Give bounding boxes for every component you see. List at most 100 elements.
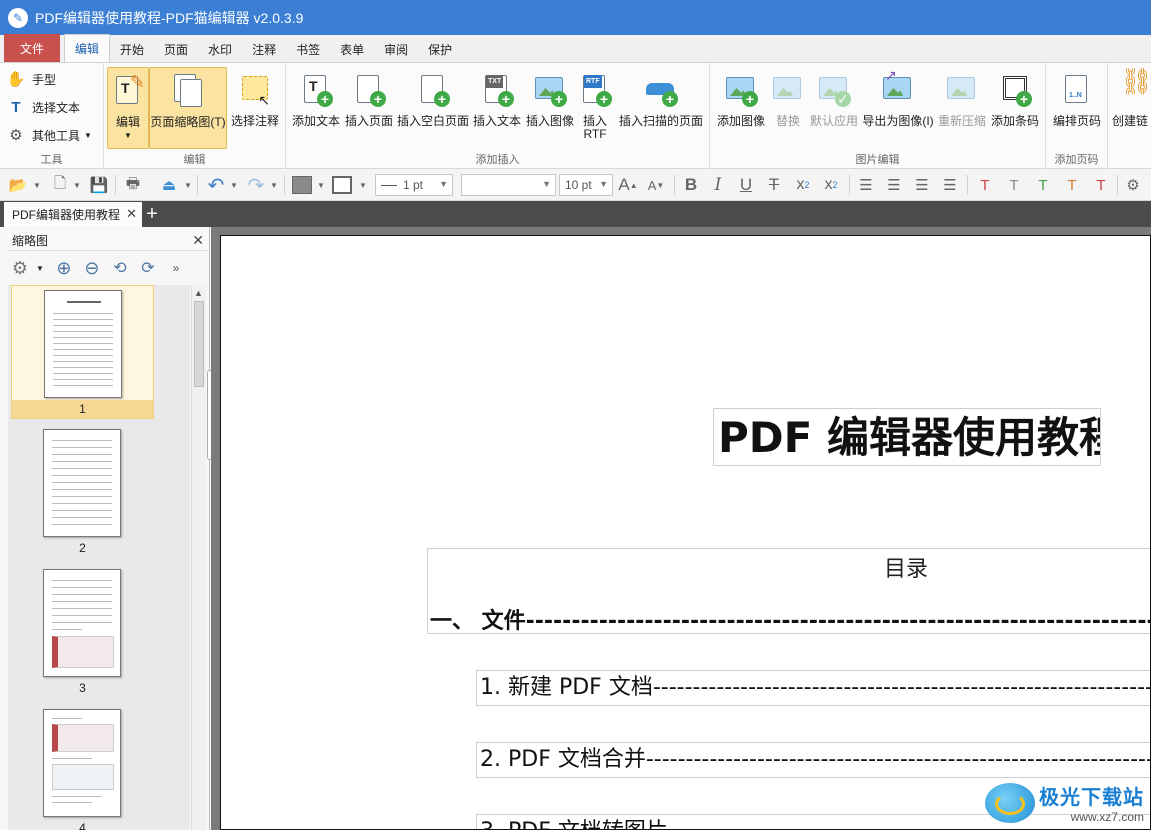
insert-blank-page-button[interactable]: + 插入空白页面 <box>395 67 471 149</box>
scanner-icon: + <box>644 73 678 107</box>
other-tools-button[interactable]: ⚙ 其他工具 ▼ <box>6 123 92 147</box>
select-text-button[interactable]: T 选择文本 <box>6 95 80 119</box>
default-apply-button[interactable]: ✓ 默认应用 <box>808 67 860 149</box>
undo-icon[interactable]: ↶ <box>203 174 229 197</box>
tab-file[interactable]: 文件 <box>4 34 60 62</box>
tab-review[interactable]: 审阅 <box>374 36 418 62</box>
new-tab-icon[interactable]: + <box>143 203 161 225</box>
insert-scan-page-button[interactable]: + 插入扫描的页面 <box>616 67 706 149</box>
edit-button[interactable]: T ✎ 编辑 ▼ <box>107 67 149 149</box>
close-icon[interactable]: ✕ <box>192 232 204 249</box>
chevron-down-icon[interactable]: ▼ <box>316 174 326 196</box>
align-right-icon[interactable]: ☰ <box>911 174 933 196</box>
chevron-down-icon: ▼ <box>439 179 448 189</box>
superscript-icon[interactable]: x2 <box>819 174 843 196</box>
window-title: PDF编辑器使用教程-PDF猫编辑器 v2.0.3.9 <box>35 9 304 26</box>
print-icon[interactable]: 🖶 <box>120 174 146 196</box>
align-center-icon[interactable]: ☰ <box>883 174 905 196</box>
text-check-icon[interactable]: T <box>1031 174 1055 196</box>
thumbnail-item[interactable]: 4 <box>11 705 154 830</box>
export-image-button[interactable]: ↗ 导出为图像(I) <box>860 67 936 149</box>
thumbnail-item[interactable]: 2 <box>11 425 154 559</box>
tab-protect[interactable]: 保护 <box>418 36 462 62</box>
redo-icon[interactable]: ↷ <box>243 174 269 197</box>
font-size-select[interactable]: 10 pt ▼ <box>559 174 613 196</box>
italic-icon[interactable]: I <box>707 174 729 196</box>
add-text-button[interactable]: T + 添加文本 <box>290 67 342 149</box>
thumbnail-item[interactable]: 3 <box>11 565 154 699</box>
text-remove-icon[interactable]: T <box>1089 174 1113 196</box>
text-copy-icon[interactable]: T <box>1060 174 1084 196</box>
page-thumbnail-button[interactable]: 页面缩略图(T) <box>149 67 227 149</box>
other-tools-label: 其他工具 <box>32 128 81 143</box>
gear-icon[interactable]: ⚙ <box>8 256 32 280</box>
insert-rtf-button[interactable]: RTF + 插入 RTF <box>577 67 613 149</box>
hand-tool-button[interactable]: ✋ 手型 <box>6 67 56 91</box>
properties-icon[interactable]: ⚙ <box>1121 174 1145 196</box>
rotate-left-icon[interactable]: ⟲ <box>108 256 132 280</box>
chevron-down-icon[interactable]: ▼ <box>269 174 279 196</box>
create-link-button[interactable]: ⛓ 创建链 <box>1112 67 1151 149</box>
increase-font-icon[interactable]: A ▲ <box>616 174 640 196</box>
document-title[interactable]: PDF 编辑器使用教程 <box>713 408 1101 466</box>
insert-image-button[interactable]: + 插入图像 <box>523 67 577 149</box>
toc-item[interactable]: 2. PDF 文档合并-----------------------------… <box>476 742 1150 778</box>
stroke-color-icon[interactable] <box>330 174 354 196</box>
tab-page[interactable]: 页面 <box>154 36 198 62</box>
align-justify-icon[interactable]: ☰ <box>939 174 961 196</box>
replace-image-button[interactable]: 替换 <box>768 67 808 149</box>
chevron-down-icon[interactable]: ▼ <box>32 174 42 196</box>
insert-text-button[interactable]: TXT + 插入文本 <box>471 67 523 149</box>
chevron-down-icon[interactable]: ▼ <box>36 264 44 273</box>
tab-form[interactable]: 表单 <box>330 36 374 62</box>
aurora-logo-icon <box>985 782 1035 823</box>
chevron-down-icon[interactable]: ▼ <box>72 174 82 196</box>
tab-watermark[interactable]: 水印 <box>198 36 242 62</box>
tab-annotation[interactable]: 注释 <box>242 36 286 62</box>
underline-icon[interactable]: U <box>735 174 757 196</box>
chevron-down-icon[interactable]: ▼ <box>358 174 368 196</box>
strikethrough-icon[interactable]: T <box>763 174 785 196</box>
line-width-value: 1 pt <box>403 178 424 192</box>
add-image-button[interactable]: + 添加图像 <box>714 67 768 149</box>
insert-page-button[interactable]: + 插入页面 <box>342 67 396 149</box>
thumbnail-scrollbar[interactable]: ▲ <box>191 285 206 830</box>
edit-page-number-button[interactable]: 1..N 编排页码 <box>1050 67 1104 149</box>
chevron-down-icon[interactable]: ▼ <box>229 174 239 196</box>
subscript-icon[interactable]: x2 <box>791 174 815 196</box>
bold-icon[interactable]: B <box>680 174 702 196</box>
close-icon[interactable]: ✕ <box>126 206 137 222</box>
scrollbar-thumb[interactable] <box>194 301 204 387</box>
text-box-icon[interactable]: T <box>1002 174 1026 196</box>
fill-color-icon[interactable] <box>290 174 314 196</box>
tools-group-label: 工具 <box>40 154 63 166</box>
toc-item[interactable]: 1. 新建 PDF 文档----------------------------… <box>476 670 1150 706</box>
font-name-select[interactable]: ▼ <box>461 174 556 196</box>
tab-bookmark[interactable]: 书签 <box>286 36 330 62</box>
scanner-icon[interactable]: ⏏ <box>156 174 182 196</box>
line-width-select[interactable]: 1 pt ▼ <box>375 174 453 196</box>
text-style-icon[interactable]: T <box>973 174 997 196</box>
document-tab[interactable]: PDF编辑器使用教程 ✕ <box>4 202 142 227</box>
zoom-out-icon[interactable]: ⊖ <box>80 256 104 280</box>
thumbnail-item[interactable]: 1 <box>11 285 154 419</box>
open-folder-icon[interactable]: 📂 <box>6 174 30 196</box>
save-icon[interactable]: 💾 <box>87 174 111 196</box>
chevron-down-icon[interactable]: ▼ <box>183 174 193 196</box>
tab-start[interactable]: 开始 <box>110 36 154 62</box>
more-options-icon[interactable]: » <box>164 256 188 280</box>
recompress-button[interactable]: 重新压缩 <box>936 67 988 149</box>
add-barcode-button[interactable]: + 添加条码 <box>988 67 1042 149</box>
tab-edit[interactable]: 编辑 <box>64 34 111 62</box>
create-link-label: 创建链 <box>1112 114 1149 128</box>
rotate-right-icon[interactable]: ⟳ <box>136 256 160 280</box>
scroll-up-icon[interactable]: ▲ <box>194 288 203 298</box>
new-file-icon[interactable]: 🗋 <box>48 174 72 196</box>
align-left-icon[interactable]: ☰ <box>855 174 877 196</box>
select-annotation-button[interactable]: ↖ 选择注释 <box>228 67 282 149</box>
text-cursor-icon: T <box>11 98 21 116</box>
insert-blank-page-label: 插入空白页面 <box>396 114 469 128</box>
toc-text-box[interactable]: 目录 一、 文件--------------------------------… <box>427 548 1150 634</box>
zoom-in-icon[interactable]: ⊕ <box>52 256 76 280</box>
decrease-font-icon[interactable]: A ▼ <box>644 174 668 196</box>
